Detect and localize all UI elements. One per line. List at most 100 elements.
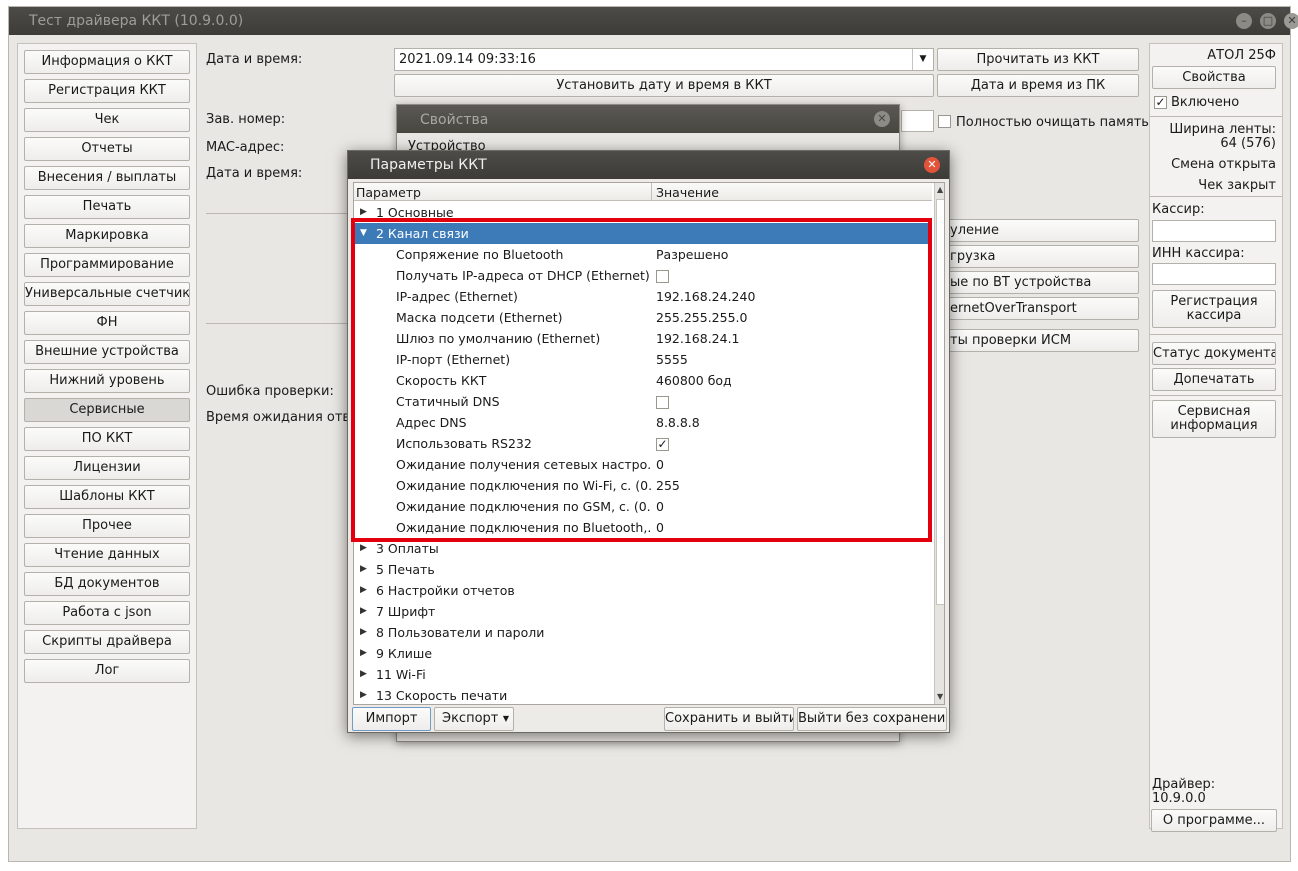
- nav-item[interactable]: Информация о ККТ: [24, 50, 190, 74]
- nav-item[interactable]: Сервисные: [24, 398, 190, 422]
- chevron-down-icon[interactable]: ▼: [912, 49, 933, 70]
- tree-header: Параметр Значение: [354, 183, 932, 201]
- nav-item[interactable]: Регистрация ККТ: [24, 79, 190, 103]
- tree-scrollbar[interactable]: ▲ ▼: [934, 183, 944, 704]
- exit-without-saving-button[interactable]: Выйти без сохранения: [797, 707, 947, 731]
- date-input[interactable]: 2021.09.14 09:33:16 ▼: [394, 48, 934, 71]
- close-icon[interactable]: ✕: [1284, 13, 1298, 29]
- scrollbar-thumb[interactable]: [936, 199, 944, 605]
- divider: [1150, 196, 1282, 197]
- inn-input[interactable]: [1152, 263, 1276, 285]
- collapsed-arrow-icon[interactable]: ▶: [360, 643, 367, 664]
- chevron-down-icon: ▼: [502, 714, 509, 723]
- cashier-input[interactable]: [1152, 220, 1276, 242]
- service-info-label-2: информация: [1170, 418, 1258, 433]
- nav-item[interactable]: Универсальные счетчики: [24, 282, 190, 306]
- maximize-icon[interactable]: □: [1260, 13, 1276, 29]
- nav-item[interactable]: Прочее: [24, 514, 190, 538]
- service-button-b[interactable]: грузка: [937, 245, 1139, 268]
- datetime-from-pc-button[interactable]: Дата и время из ПК: [937, 74, 1139, 97]
- param-name: 9 Клише: [376, 646, 433, 661]
- nav-item[interactable]: Лог: [24, 659, 190, 683]
- param-name: 8 Пользователи и пароли: [376, 625, 545, 640]
- register-cashier-button[interactable]: Регистрация кассира: [1152, 290, 1276, 328]
- nav-item[interactable]: Лицензии: [24, 456, 190, 480]
- driver-label: Драйвер:: [1152, 777, 1216, 792]
- properties-dialog-title: Свойства: [420, 112, 489, 128]
- error-label: Ошибка проверки:: [206, 384, 334, 399]
- service-button-c[interactable]: ые по BT устройства: [937, 271, 1139, 294]
- nav-item[interactable]: Отчеты: [24, 137, 190, 161]
- export-button[interactable]: Экспорт ▼: [434, 707, 514, 731]
- tree-group-row[interactable]: ▶ 13 Скорость печати: [354, 685, 932, 704]
- nav-item[interactable]: Внешние устройства: [24, 340, 190, 364]
- service-button-d[interactable]: ernetOverTransport: [937, 297, 1139, 320]
- window-title: Тест драйвера ККТ (10.9.0.0): [29, 13, 244, 29]
- tree-group-row[interactable]: ▶ 7 Шрифт: [354, 601, 932, 622]
- service-button-e[interactable]: ты проверки ИСМ: [937, 329, 1139, 352]
- minimize-icon[interactable]: –: [1236, 13, 1252, 29]
- tree-group-row[interactable]: ▶ 8 Пользователи и пароли: [354, 622, 932, 643]
- clear-memory-checkbox[interactable]: [938, 115, 951, 128]
- param-name: 11 Wi-Fi: [376, 667, 426, 682]
- nav-item[interactable]: Печать: [24, 195, 190, 219]
- nav-item[interactable]: Чтение данных: [24, 543, 190, 567]
- serial-field[interactable]: [901, 110, 934, 132]
- tree-group-row[interactable]: ▶ 11 Wi-Fi: [354, 664, 932, 685]
- nav-item[interactable]: ПО ККТ: [24, 427, 190, 451]
- export-label: Экспорт: [442, 711, 499, 726]
- tree-group-row[interactable]: ▶ 9 Клише: [354, 643, 932, 664]
- save-and-exit-button[interactable]: Сохранить и выйти: [664, 707, 794, 731]
- enabled-checkbox[interactable]: ✓: [1154, 96, 1167, 109]
- divider: [206, 323, 351, 324]
- date-value: 2021.09.14 09:33:16: [399, 52, 536, 67]
- clear-memory-label: Полностью очищать память: [956, 115, 1149, 130]
- inn-label: ИНН кассира:: [1152, 246, 1245, 261]
- nav-item[interactable]: Работа с json: [24, 601, 190, 625]
- nav-item[interactable]: Нижний уровень: [24, 369, 190, 393]
- receipt-status: Чек закрыт: [1198, 178, 1276, 193]
- nav-item[interactable]: БД документов: [24, 572, 190, 596]
- serial-label: Зав. номер:: [206, 112, 286, 127]
- collapsed-arrow-icon[interactable]: ▶: [360, 664, 367, 685]
- import-button[interactable]: Импорт: [352, 707, 431, 731]
- nav-item[interactable]: Чек: [24, 108, 190, 132]
- tape-width-label: Ширина ленты:: [1169, 122, 1276, 137]
- document-status-button[interactable]: Статус документа: [1152, 342, 1276, 365]
- set-datetime-button[interactable]: Установить дату и время в ККТ: [394, 74, 934, 97]
- divider: [1150, 334, 1282, 335]
- nav-item[interactable]: ФН: [24, 311, 190, 335]
- collapsed-arrow-icon[interactable]: ▶: [360, 559, 367, 580]
- driver-version: 10.9.0.0: [1152, 791, 1206, 806]
- cashier-label: Кассир:: [1152, 202, 1205, 217]
- column-header-param[interactable]: Параметр: [356, 185, 421, 200]
- service-button-a[interactable]: уление: [937, 219, 1139, 242]
- nav-item[interactable]: Маркировка: [24, 224, 190, 248]
- register-cashier-label-2: кассира: [1186, 308, 1242, 323]
- model-label: АТОЛ 25Ф: [1207, 48, 1276, 63]
- date-label: Дата и время:: [206, 52, 303, 67]
- collapsed-arrow-icon[interactable]: ▶: [360, 580, 367, 601]
- properties-dialog-titlebar: Свойства ✕: [397, 105, 899, 133]
- wait-label: Время ожидания ответ: [206, 410, 366, 425]
- service-info-button[interactable]: Сервисная информация: [1152, 400, 1276, 438]
- tree-group-row[interactable]: ▶ 5 Печать: [354, 559, 932, 580]
- register-cashier-label-1: Регистрация: [1170, 294, 1258, 309]
- nav-item[interactable]: Внесения / выплаты: [24, 166, 190, 190]
- nav-item[interactable]: Скрипты драйвера: [24, 630, 190, 654]
- tree-group-row[interactable]: ▶ 6 Настройки отчетов: [354, 580, 932, 601]
- divider: [1150, 395, 1282, 396]
- collapsed-arrow-icon[interactable]: ▶: [360, 622, 367, 643]
- collapsed-arrow-icon[interactable]: ▶: [360, 601, 367, 622]
- tape-width-value: 64 (576): [1220, 136, 1276, 151]
- nav-item[interactable]: Шаблоны ККТ: [24, 485, 190, 509]
- about-button[interactable]: О программе...: [1151, 809, 1277, 832]
- collapsed-arrow-icon[interactable]: ▶: [360, 685, 367, 704]
- close-icon[interactable]: ✕: [924, 157, 940, 173]
- properties-button[interactable]: Свойства: [1152, 66, 1276, 89]
- close-icon[interactable]: ✕: [874, 111, 890, 127]
- read-from-kkt-button[interactable]: Прочитать из ККТ: [937, 48, 1139, 71]
- reprint-button[interactable]: Допечатать: [1152, 368, 1276, 391]
- nav-item[interactable]: Программирование: [24, 253, 190, 277]
- column-header-value[interactable]: Значение: [656, 185, 719, 200]
